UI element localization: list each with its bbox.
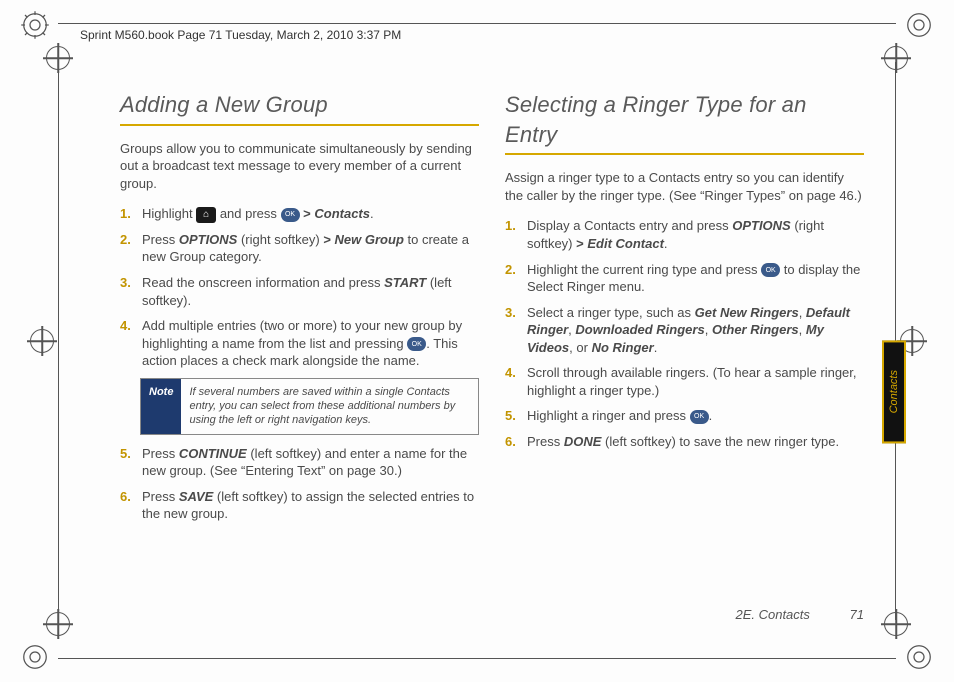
page-footer: 2E. Contacts 71 xyxy=(735,607,864,622)
heading-underline xyxy=(120,124,479,126)
footer-section: 2E. Contacts xyxy=(735,607,809,622)
book-header: Sprint M560.book Page 71 Tuesday, March … xyxy=(80,28,401,42)
ok-icon: OK xyxy=(407,337,426,351)
note-text: If several numbers are saved within a si… xyxy=(181,379,478,434)
step-3: Read the onscreen information and press … xyxy=(120,274,479,309)
heading-adding-group: Adding a New Group xyxy=(120,90,479,120)
section-tab: Contacts xyxy=(882,340,906,443)
footer-page-number: 71 xyxy=(850,607,864,622)
note-box: Note If several numbers are saved within… xyxy=(140,378,479,435)
reg-gear-icon xyxy=(904,10,934,40)
crop-target-icon xyxy=(30,329,54,353)
ok-icon: OK xyxy=(281,208,300,222)
left-column: Adding a New Group Groups allow you to c… xyxy=(120,90,479,531)
step-6: Press SAVE (left softkey) to assign the … xyxy=(120,488,479,523)
heading-underline xyxy=(505,153,864,155)
step-5: Highlight a ringer and press OK. xyxy=(505,407,864,425)
step-5: Press CONTINUE (left softkey) and enter … xyxy=(120,445,479,480)
reg-gear-icon xyxy=(20,642,50,672)
home-icon: ⌂ xyxy=(196,207,216,223)
step-1: Highlight ⌂ and press OK > Contacts. xyxy=(120,205,479,223)
step-6: Press DONE (left softkey) to save the ne… xyxy=(505,433,864,451)
step-3: Select a ringer type, such as Get New Ri… xyxy=(505,304,864,357)
note-label: Note xyxy=(141,379,181,434)
ok-icon: OK xyxy=(761,263,780,277)
crop-target-icon xyxy=(884,46,908,70)
reg-gear-icon xyxy=(904,642,934,672)
step-1: Display a Contacts entry and press OPTIO… xyxy=(505,217,864,252)
step-4: Scroll through available ringers. (To he… xyxy=(505,364,864,399)
right-column: Selecting a Ringer Type for an Entry Ass… xyxy=(505,90,864,531)
heading-ringer-type: Selecting a Ringer Type for an Entry xyxy=(505,90,864,149)
crop-target-icon xyxy=(884,612,908,636)
intro-text: Groups allow you to communicate simultan… xyxy=(120,140,479,193)
step-2: Highlight the current ring type and pres… xyxy=(505,261,864,296)
ok-icon: OK xyxy=(690,410,709,424)
intro-text: Assign a ringer type to a Contacts entry… xyxy=(505,169,864,204)
step-4: Add multiple entries (two or more) to yo… xyxy=(120,317,479,370)
reg-gear-icon xyxy=(20,10,50,40)
step-2: Press OPTIONS (right softkey) > New Grou… xyxy=(120,231,479,266)
